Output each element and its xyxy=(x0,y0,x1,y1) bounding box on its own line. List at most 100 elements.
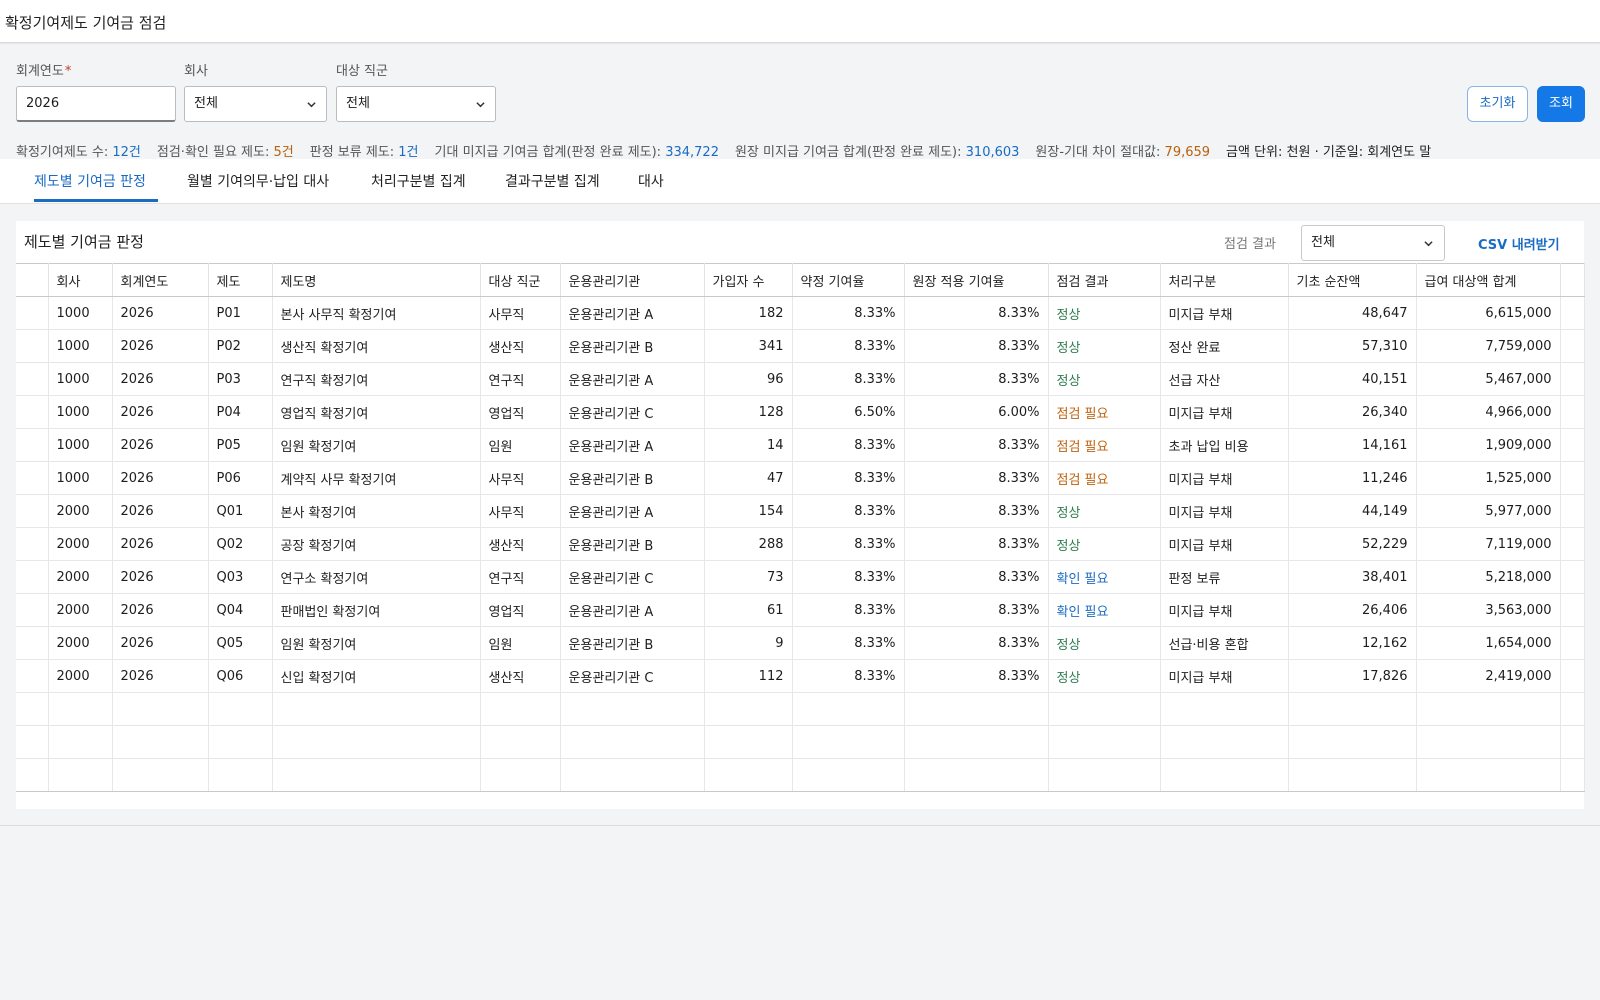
table-cell: 38,401 xyxy=(1288,560,1417,594)
column-header[interactable]: 약정 기여율 xyxy=(792,263,905,297)
row-filler-cell xyxy=(1560,527,1585,561)
summary-label: 확정기여제도 수: xyxy=(16,145,109,160)
empty-cell xyxy=(16,758,49,792)
table-row[interactable]: 1000 2026 P04 영업직 확정기여 영업직 운용관리기관 C 128 6.50% 6.… xyxy=(16,395,1585,429)
tab-result-summary[interactable]: 결과구분별 집계 xyxy=(505,171,600,191)
fiscal-year-input[interactable]: 2026 xyxy=(16,86,176,122)
column-header[interactable]: 대상 직군 xyxy=(480,263,561,297)
column-header[interactable]: 회계연도 xyxy=(112,263,209,297)
table-cell: 8.33% xyxy=(904,560,1049,594)
job-group-select[interactable]: 전체 xyxy=(336,86,496,122)
table-cell: 2000 xyxy=(48,527,113,561)
row-select-header xyxy=(16,263,49,297)
row-select-cell[interactable] xyxy=(16,329,49,363)
table-cell: 73 xyxy=(704,560,793,594)
table-row[interactable]: 1000 2026 P06 계약직 사무 확정기여 사무직 운용관리기관 B 47 8.33%… xyxy=(16,461,1585,495)
result-filter-select[interactable]: 전체 xyxy=(1301,225,1445,261)
column-header[interactable]: 원장 적용 기여율 xyxy=(904,263,1049,297)
reset-button[interactable]: 초기화 xyxy=(1467,86,1528,122)
table-cell: 판정 보류 xyxy=(1160,560,1289,594)
table-row[interactable]: 2000 2026 Q04 판매법인 확정기여 영업직 운용관리기관 A 61 8.33% 8.… xyxy=(16,593,1585,627)
table-cell: 154 xyxy=(704,494,793,528)
row-select-cell[interactable] xyxy=(16,659,49,693)
column-header[interactable]: 운용관리기관 xyxy=(560,263,705,297)
tab-reconciliation[interactable]: 대사 xyxy=(638,171,664,191)
table-cell: 2026 xyxy=(112,461,209,495)
table-row[interactable]: 1000 2026 P01 본사 사무직 확정기여 사무직 운용관리기관 A 182 8.33… xyxy=(16,296,1585,330)
empty-cell xyxy=(16,725,49,759)
table-row[interactable]: 2000 2026 Q03 연구소 확정기여 연구직 운용관리기관 C 73 8.33% 8.3… xyxy=(16,560,1585,594)
csv-download-link[interactable]: CSV 내려받기 xyxy=(1478,234,1560,253)
column-header[interactable]: 회사 xyxy=(48,263,113,297)
row-select-cell[interactable] xyxy=(16,527,49,561)
row-select-cell[interactable] xyxy=(16,428,49,462)
table-cell: 14 xyxy=(704,428,793,462)
summary-needs-check: 점검·확인 필요 제도: 5건 xyxy=(157,141,294,160)
summary-label: 원장-기대 차이 절대값: xyxy=(1035,145,1161,160)
column-header[interactable]: 기초 순잔액 xyxy=(1288,263,1417,297)
company-select[interactable]: 전체 xyxy=(184,86,327,122)
row-filler-cell xyxy=(1560,329,1585,363)
empty-cell xyxy=(704,692,793,726)
table-cell: 8.33% xyxy=(904,626,1049,660)
row-select-cell[interactable] xyxy=(16,593,49,627)
table-cell: 운용관리기관 A xyxy=(560,593,705,627)
table-cell: 8.33% xyxy=(792,527,905,561)
row-select-cell[interactable] xyxy=(16,362,49,396)
table-row[interactable]: 2000 2026 Q06 신입 확정기여 생산직 운용관리기관 C 112 8.33% 8.3… xyxy=(16,659,1585,693)
table-cell: 17,826 xyxy=(1288,659,1417,693)
empty-cell xyxy=(1288,758,1417,792)
empty-cell xyxy=(1416,758,1561,792)
table-cell: 생산직 xyxy=(480,329,561,363)
empty-cell xyxy=(208,725,273,759)
table-cell: 8.33% xyxy=(792,659,905,693)
row-select-cell[interactable] xyxy=(16,626,49,660)
column-header[interactable]: 제도명 xyxy=(272,263,481,297)
column-header[interactable]: 제도 xyxy=(208,263,273,297)
tab-monthly-reconciliation[interactable]: 월별 기여의무·납입 대사 xyxy=(187,171,329,191)
table-cell: 미지급 부채 xyxy=(1160,527,1289,561)
empty-cell xyxy=(48,758,113,792)
row-select-cell[interactable] xyxy=(16,560,49,594)
column-header[interactable]: 급여 대상액 합계 xyxy=(1416,263,1561,297)
table-cell: 6,615,000 xyxy=(1416,296,1561,330)
table-row[interactable]: 2000 2026 Q02 공장 확정기여 생산직 운용관리기관 B 288 8.33% 8.3… xyxy=(16,527,1585,561)
empty-cell xyxy=(560,692,705,726)
table-row[interactable]: 1000 2026 P02 생산직 확정기여 생산직 운용관리기관 B 341 8.33% 8.… xyxy=(16,329,1585,363)
table-cell: 1000 xyxy=(48,296,113,330)
table-cell: 1000 xyxy=(48,362,113,396)
empty-cell xyxy=(704,725,793,759)
table-cell: 정상 xyxy=(1048,494,1161,528)
column-header[interactable]: 점검 결과 xyxy=(1048,263,1161,297)
empty-cell xyxy=(904,758,1049,792)
empty-cell xyxy=(112,692,209,726)
table-cell: 182 xyxy=(704,296,793,330)
row-select-cell[interactable] xyxy=(16,494,49,528)
table-cell: 1000 xyxy=(48,461,113,495)
row-filler-cell xyxy=(1560,560,1585,594)
summary-value: 12건 xyxy=(112,145,141,160)
job-group-label: 대상 직군 xyxy=(336,64,388,79)
table-row[interactable]: 1000 2026 P05 임원 확정기여 임원 운용관리기관 A 14 8.33% 8.33%… xyxy=(16,428,1585,462)
row-select-cell[interactable] xyxy=(16,296,49,330)
column-header[interactable]: 가입자 수 xyxy=(704,263,793,297)
table-cell: 2,419,000 xyxy=(1416,659,1561,693)
table-cell: 확인 필요 xyxy=(1048,593,1161,627)
table-cell: 정상 xyxy=(1048,362,1161,396)
empty-cell xyxy=(1160,725,1289,759)
table-row[interactable]: 2000 2026 Q05 임원 확정기여 임원 운용관리기관 B 9 8.33% 8.33% 정… xyxy=(16,626,1585,660)
summary-expected-unpaid: 기대 미지급 기여금 합계(판정 완료 제도): 334,722 xyxy=(435,141,719,160)
row-select-cell[interactable] xyxy=(16,461,49,495)
tab-treatment-summary[interactable]: 처리구분별 집계 xyxy=(371,171,466,191)
table-cell: 운용관리기관 B xyxy=(560,527,705,561)
table-cell: 2000 xyxy=(48,593,113,627)
row-select-cell[interactable] xyxy=(16,395,49,429)
tab-plan-judgement[interactable]: 제도별 기여금 판정 xyxy=(34,171,146,191)
table-row[interactable]: 1000 2026 P03 연구직 확정기여 연구직 운용관리기관 A 96 8.33% 8.3… xyxy=(16,362,1585,396)
row-filler-cell xyxy=(1560,395,1585,429)
table-row[interactable]: 2000 2026 Q01 본사 확정기여 사무직 운용관리기관 A 154 8.33% 8.3… xyxy=(16,494,1585,528)
search-button[interactable]: 조회 xyxy=(1537,86,1585,122)
empty-cell xyxy=(1560,692,1585,726)
table-cell: P03 xyxy=(208,362,273,396)
column-header[interactable]: 처리구분 xyxy=(1160,263,1289,297)
